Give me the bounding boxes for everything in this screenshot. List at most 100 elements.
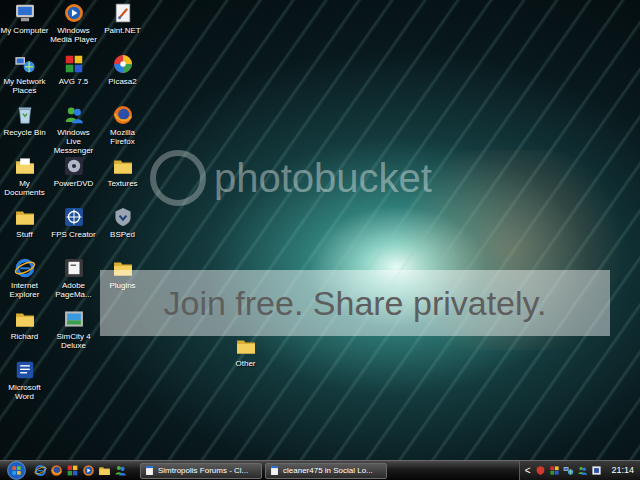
- desktop-icon[interactable]: Internet Explorer: [0, 255, 49, 306]
- page-icon: [144, 465, 155, 476]
- folder-icon[interactable]: [235, 335, 257, 357]
- dvd-icon[interactable]: [63, 155, 85, 177]
- desktop-icon[interactable]: Other: [221, 333, 270, 384]
- simcity-icon[interactable]: [63, 308, 85, 330]
- desktop-icon[interactable]: Windows Media Player: [49, 0, 98, 51]
- icon-label[interactable]: Richard: [0, 332, 49, 341]
- avg-icon[interactable]: [66, 464, 79, 477]
- desktop-icon[interactable]: Mozilla Firefox: [98, 102, 147, 153]
- paintnet-icon[interactable]: [112, 2, 134, 24]
- icon-label[interactable]: Paint.NET: [98, 26, 147, 35]
- documents-icon[interactable]: [14, 155, 36, 177]
- task-button[interactable]: cleaner475 in Social Lo...: [265, 463, 387, 479]
- desktop-icon[interactable]: BSPed: [98, 204, 147, 255]
- start-orb-icon[interactable]: [7, 461, 26, 480]
- desktop-icon[interactable]: Plugins: [98, 255, 147, 306]
- icon-label[interactable]: Windows Live Messenger: [49, 128, 98, 155]
- mediaplayer-icon[interactable]: [82, 464, 95, 477]
- desktop-icon[interactable]: My Documents: [0, 153, 49, 204]
- desktop-icon[interactable]: Adobe PageMa...: [49, 255, 98, 306]
- icon-label[interactable]: Microsoft Word: [0, 383, 49, 401]
- messenger-icon[interactable]: [114, 464, 127, 477]
- task-label[interactable]: cleaner475 in Social Lo...: [283, 466, 373, 476]
- desktop-icon[interactable]: AVG 7.5: [49, 51, 98, 102]
- ie-icon[interactable]: [14, 257, 36, 279]
- system-tray: <21:14: [519, 461, 640, 480]
- folder-icon[interactable]: [112, 155, 134, 177]
- task-label[interactable]: Simtropolis Forums - Cl...: [158, 466, 248, 476]
- mediaplayer-icon[interactable]: [63, 2, 85, 24]
- shield-icon[interactable]: [535, 465, 546, 476]
- folder-icon[interactable]: [14, 308, 36, 330]
- messenger-icon[interactable]: [577, 465, 588, 476]
- icon-label[interactable]: My Computer: [0, 26, 49, 35]
- clock[interactable]: 21:14: [611, 465, 634, 476]
- icon-label[interactable]: FPS Creator: [49, 230, 98, 239]
- lang-icon[interactable]: [591, 465, 602, 476]
- icon-column: Paint.NET Picasa2 Mozilla Firefox Textures B…: [98, 0, 147, 306]
- folder-icon[interactable]: [98, 464, 111, 477]
- page-icon: [269, 465, 280, 476]
- quick-launch: [34, 464, 127, 477]
- avg-icon[interactable]: [63, 53, 85, 75]
- icon-label[interactable]: Other: [221, 359, 270, 368]
- desktop-icon[interactable]: PowerDVD: [49, 153, 98, 204]
- icon-label[interactable]: PowerDVD: [49, 179, 98, 188]
- wallpaper-glow: [380, 150, 640, 350]
- taskbar: Simtropolis Forums - Cl... cleaner475 in …: [0, 460, 640, 480]
- firefox-icon[interactable]: [50, 464, 63, 477]
- icon-label[interactable]: Internet Explorer: [0, 281, 49, 299]
- pagemaker-icon[interactable]: [63, 257, 85, 279]
- desktop-icon[interactable]: Recycle Bin: [0, 102, 49, 153]
- watermark-logo: photobucket: [150, 150, 432, 206]
- avg-icon[interactable]: [549, 465, 560, 476]
- watermark-banner: Join free. Share privately.: [100, 270, 610, 336]
- desktop-icon[interactable]: Stuff: [0, 204, 49, 255]
- logo-icon: [150, 150, 206, 206]
- loose-icon: Other: [221, 333, 270, 384]
- icon-column: My Computer My Network Places Recycle Bin M…: [0, 0, 49, 408]
- task-button[interactable]: Simtropolis Forums - Cl...: [140, 463, 262, 479]
- tray-expand-button[interactable]: <: [525, 465, 531, 477]
- network-icon[interactable]: [14, 53, 36, 75]
- messenger-icon[interactable]: [63, 104, 85, 126]
- watermark-banner-text: Join free. Share privately.: [164, 283, 547, 323]
- icon-label[interactable]: My Documents: [0, 179, 49, 197]
- desktop-icon[interactable]: Paint.NET: [98, 0, 147, 51]
- icon-label[interactable]: Textures: [98, 179, 147, 188]
- recycle-icon[interactable]: [14, 104, 36, 126]
- watermark-logo-text: photobucket: [214, 156, 432, 200]
- icon-label[interactable]: AVG 7.5: [49, 77, 98, 86]
- picasa-icon[interactable]: [112, 53, 134, 75]
- folder-icon[interactable]: [112, 257, 134, 279]
- icon-label[interactable]: SimCity 4 Deluxe: [49, 332, 98, 350]
- word-icon[interactable]: [14, 359, 36, 381]
- computer-icon[interactable]: [14, 2, 36, 24]
- icon-label[interactable]: Plugins: [98, 281, 147, 290]
- icon-label[interactable]: Mozilla Firefox: [98, 128, 147, 146]
- icon-label[interactable]: Adobe PageMa...: [49, 281, 98, 299]
- icon-label[interactable]: My Network Places: [0, 77, 49, 95]
- desktop-icon[interactable]: Textures: [98, 153, 147, 204]
- icon-label[interactable]: Windows Media Player: [49, 26, 98, 44]
- icon-label[interactable]: Recycle Bin: [0, 128, 49, 137]
- desktop: My Computer My Network Places Recycle Bin M…: [0, 0, 640, 460]
- icon-label[interactable]: Stuff: [0, 230, 49, 239]
- network-icon[interactable]: [563, 465, 574, 476]
- icon-label[interactable]: Picasa2: [98, 77, 147, 86]
- desktop-icon[interactable]: My Network Places: [0, 51, 49, 102]
- folder-icon[interactable]: [14, 206, 36, 228]
- firefox-icon[interactable]: [112, 104, 134, 126]
- desktop-icon[interactable]: Microsoft Word: [0, 357, 49, 408]
- ie-icon[interactable]: [34, 464, 47, 477]
- desktop-icon[interactable]: Richard: [0, 306, 49, 357]
- desktop-icon[interactable]: Picasa2: [98, 51, 147, 102]
- icon-label[interactable]: BSPed: [98, 230, 147, 239]
- desktop-icon[interactable]: Windows Live Messenger: [49, 102, 98, 153]
- desktop-icon[interactable]: SimCity 4 Deluxe: [49, 306, 98, 357]
- bsp-icon[interactable]: [112, 206, 134, 228]
- desktop-icon[interactable]: FPS Creator: [49, 204, 98, 255]
- desktop-icon[interactable]: My Computer: [0, 0, 49, 51]
- icon-column: Windows Media Player AVG 7.5 Windows Live …: [49, 0, 98, 357]
- fps-icon[interactable]: [63, 206, 85, 228]
